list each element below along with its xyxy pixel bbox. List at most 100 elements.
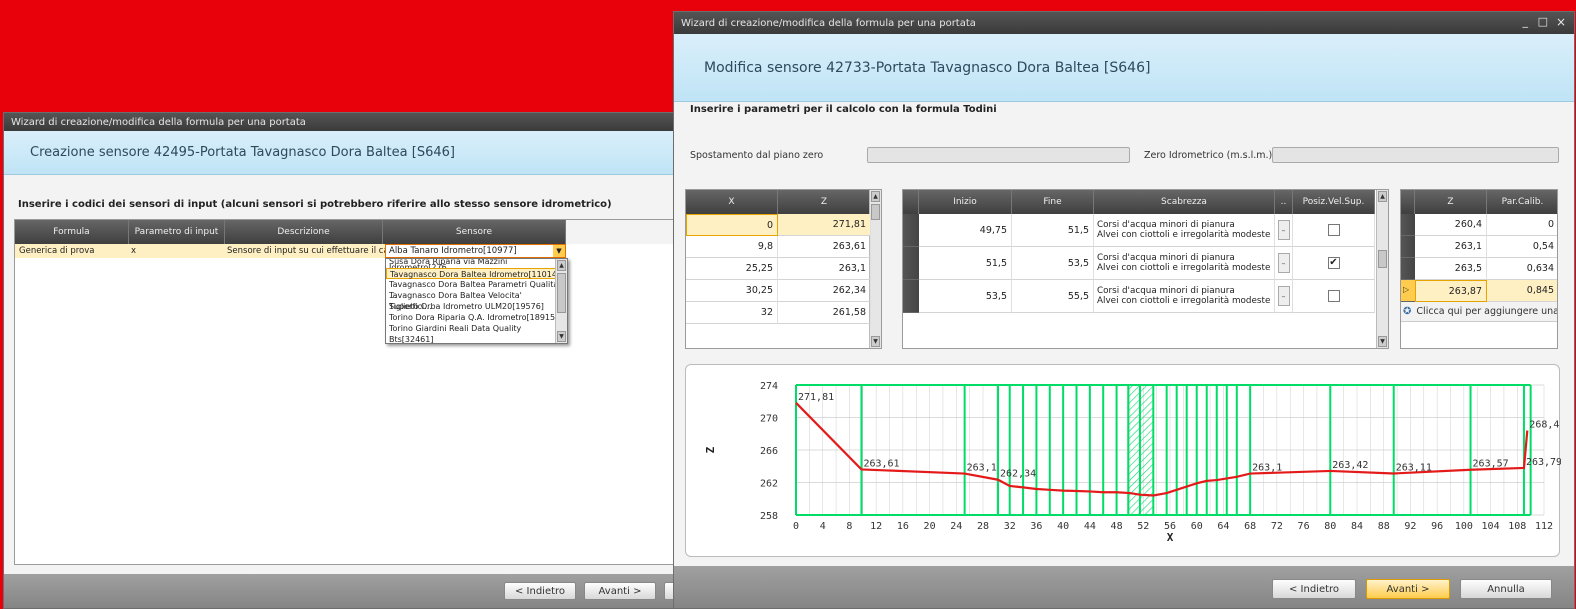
- col-header-x[interactable]: X: [686, 190, 778, 214]
- table-cell-par-calib[interactable]: 0,845: [1487, 280, 1557, 302]
- list-item[interactable]: Tavagnasco Dora Baltea Velocita' Superfi…: [386, 290, 567, 311]
- table-cell-roughness[interactable]: Corsi d'acqua minori di pianura Alvei con…: [1094, 280, 1275, 313]
- close-button[interactable]: ×: [1556, 15, 1566, 29]
- x-axis-label: X: [1167, 531, 1174, 544]
- left-instruction: Inserire i codici dei sensori di input (…: [18, 199, 612, 210]
- add-row-button[interactable]: ✪ Clicca qui per aggiungere una: [1401, 302, 1557, 322]
- list-item[interactable]: Torino Dora Riparia Q.A. Idrometro[18915…: [386, 312, 567, 323]
- col-header-parameter[interactable]: Parametro di input: [129, 220, 225, 244]
- x-tick-label: 44: [1084, 521, 1096, 532]
- list-item[interactable]: Tiglieto Orba Idrometro ULM20[19576]: [386, 301, 567, 312]
- col-header-end[interactable]: Fine: [1012, 190, 1094, 214]
- x-tick-label: 52: [1137, 521, 1149, 532]
- x-tick-label: 12: [870, 521, 882, 532]
- table-cell-calib-z[interactable]: 263,5: [1415, 258, 1487, 280]
- list-item[interactable]: Susa Dora Riparia via Mazzini Idrometro[…: [386, 259, 567, 268]
- data-label: 263,1: [1252, 463, 1282, 474]
- table-cell-start[interactable]: 49,75: [919, 214, 1012, 247]
- ellipsis-button[interactable]: –: [1277, 253, 1290, 273]
- table-cell-end[interactable]: 51,5: [1012, 214, 1094, 247]
- table-cell-x[interactable]: 30,25: [686, 280, 778, 302]
- vel-surface-checkbox[interactable]: ✔: [1327, 257, 1340, 269]
- list-item[interactable]: Tavagnasco Dora Baltea Parametri Qualita…: [386, 279, 567, 300]
- table-cell-roughness[interactable]: Corsi d'acqua minori di pianura Alvei con…: [1094, 214, 1275, 247]
- data-label: 263,61: [863, 458, 899, 469]
- vel-surface-checkbox[interactable]: [1327, 224, 1340, 236]
- cell-parameter: x: [131, 246, 137, 256]
- y-tick-label: 270: [760, 414, 778, 425]
- table-cell-par-calib[interactable]: 0: [1487, 214, 1557, 236]
- table-cell-z[interactable]: 261,58: [778, 302, 871, 324]
- table-cell-start[interactable]: 53,5: [919, 280, 1012, 313]
- zero-input[interactable]: [1272, 147, 1559, 163]
- roughness-line1: Corsi d'acqua minori di pianura: [1097, 220, 1235, 230]
- table-cell-calib-z[interactable]: 263,87: [1415, 280, 1487, 302]
- x-tick-label: 16: [897, 521, 909, 532]
- y-tick-label: 262: [760, 479, 778, 490]
- right-title-bar: Wizard di creazione/modifica della formu…: [674, 12, 1574, 34]
- col-header-sensor[interactable]: Sensore: [383, 220, 566, 244]
- table-cell-end[interactable]: 55,5: [1012, 280, 1094, 313]
- right-next-button[interactable]: Avanti >: [1366, 579, 1450, 599]
- ellipsis-button[interactable]: –: [1277, 220, 1290, 240]
- col-header-par-calib[interactable]: Par.Calib.: [1487, 190, 1557, 214]
- table-cell-z[interactable]: 262,34: [778, 280, 871, 302]
- left-header-title: Creazione sensore 42495-Portata Tavagnas…: [30, 145, 455, 160]
- left-window-title: Wizard di creazione/modifica della formu…: [11, 116, 306, 128]
- x-tick-label: 32: [1004, 521, 1016, 532]
- cancel-button[interactable]: Annulla: [1460, 579, 1552, 599]
- right-back-button[interactable]: < Indietro: [1272, 579, 1356, 599]
- vel-surface-checkbox[interactable]: [1327, 290, 1340, 302]
- x-tick-label: 36: [1030, 521, 1042, 532]
- chevron-down-icon[interactable]: ▼: [553, 245, 565, 257]
- right-header-title: Modifica sensore 42733-Portata Tavagnasc…: [704, 59, 1151, 76]
- data-label: 262,34: [1000, 469, 1036, 480]
- dropdown-scrollbar[interactable]: ▲ ▼: [555, 259, 567, 343]
- roughness-scrollbar[interactable]: ▲ ▼: [1376, 190, 1388, 348]
- table-cell-z[interactable]: 263,61: [778, 236, 871, 258]
- offset-input[interactable]: [867, 147, 1130, 163]
- table-cell-roughness[interactable]: Corsi d'acqua minori di pianura Alvei con…: [1094, 247, 1275, 280]
- table-cell-x[interactable]: 0: [686, 214, 778, 236]
- minimize-button[interactable]: _: [1523, 15, 1529, 28]
- data-label: 268,4: [1529, 420, 1559, 431]
- table-cell-end[interactable]: 53,5: [1012, 247, 1094, 280]
- col-header-formula[interactable]: Formula: [15, 220, 129, 244]
- col-header-z[interactable]: Z: [778, 190, 871, 214]
- table-cell-z[interactable]: 271,81: [778, 214, 871, 236]
- table-cell-calib-z[interactable]: 260,4: [1415, 214, 1487, 236]
- sensor-select[interactable]: Alba Tanaro Idrometro[10977] ▼: [385, 244, 566, 258]
- col-header-description[interactable]: Descrizione: [225, 220, 383, 244]
- sensor-grid: Formula Parametro di input Descrizione S…: [14, 219, 678, 565]
- x-tick-label: 92: [1404, 521, 1416, 532]
- zero-label: Zero Idrometrico (m.s.l.m.): [1144, 150, 1273, 161]
- y-tick-label: 274: [760, 381, 778, 392]
- gear-icon: ✪: [1403, 306, 1412, 317]
- maximize-button[interactable]: □: [1538, 15, 1548, 28]
- table-cell-x[interactable]: 9,8: [686, 236, 778, 258]
- table-cell-calib-z[interactable]: 263,1: [1415, 236, 1487, 258]
- list-item[interactable]: Torino Giardini Reali Data Quality Bts[3…: [386, 323, 567, 343]
- table-cell-start[interactable]: 51,5: [919, 247, 1012, 280]
- xz-grid: X Z ▲ ▼ 0 271,81 9,8 263,61 25,25 263,1 30,25 2…: [685, 189, 882, 349]
- col-header-vel-pos[interactable]: Posiz.Vel.Sup.: [1293, 190, 1375, 214]
- table-cell-x[interactable]: 25,25: [686, 258, 778, 280]
- x-tick-label: 112: [1535, 521, 1553, 532]
- x-tick-label: 4: [820, 521, 826, 532]
- left-title-bar: Wizard di creazione/modifica della formu…: [4, 113, 682, 131]
- col-header-roughness[interactable]: Scabrezza: [1094, 190, 1275, 214]
- left-back-button[interactable]: < Indietro: [504, 582, 576, 600]
- col-header-start[interactable]: Inizio: [919, 190, 1012, 214]
- table-cell-x[interactable]: 32: [686, 302, 778, 324]
- left-next-button[interactable]: Avanti >: [584, 582, 656, 600]
- col-header-dots[interactable]: ..: [1275, 190, 1293, 214]
- list-item[interactable]: Tavagnasco Dora Baltea Idrometro[11014]: [386, 268, 567, 279]
- x-tick-label: 20: [924, 521, 936, 532]
- profile-chart: 271,81263,61 263,1262,34263,1 263,42 263,11…: [704, 381, 1562, 544]
- table-cell-par-calib[interactable]: 0,634: [1487, 258, 1557, 280]
- ellipsis-button[interactable]: –: [1277, 286, 1290, 306]
- table-cell-par-calib[interactable]: 0,54: [1487, 236, 1557, 258]
- x-tick-label: 24: [950, 521, 962, 532]
- col-header-calib-z[interactable]: Z: [1415, 190, 1487, 214]
- table-cell-z[interactable]: 263,1: [778, 258, 871, 280]
